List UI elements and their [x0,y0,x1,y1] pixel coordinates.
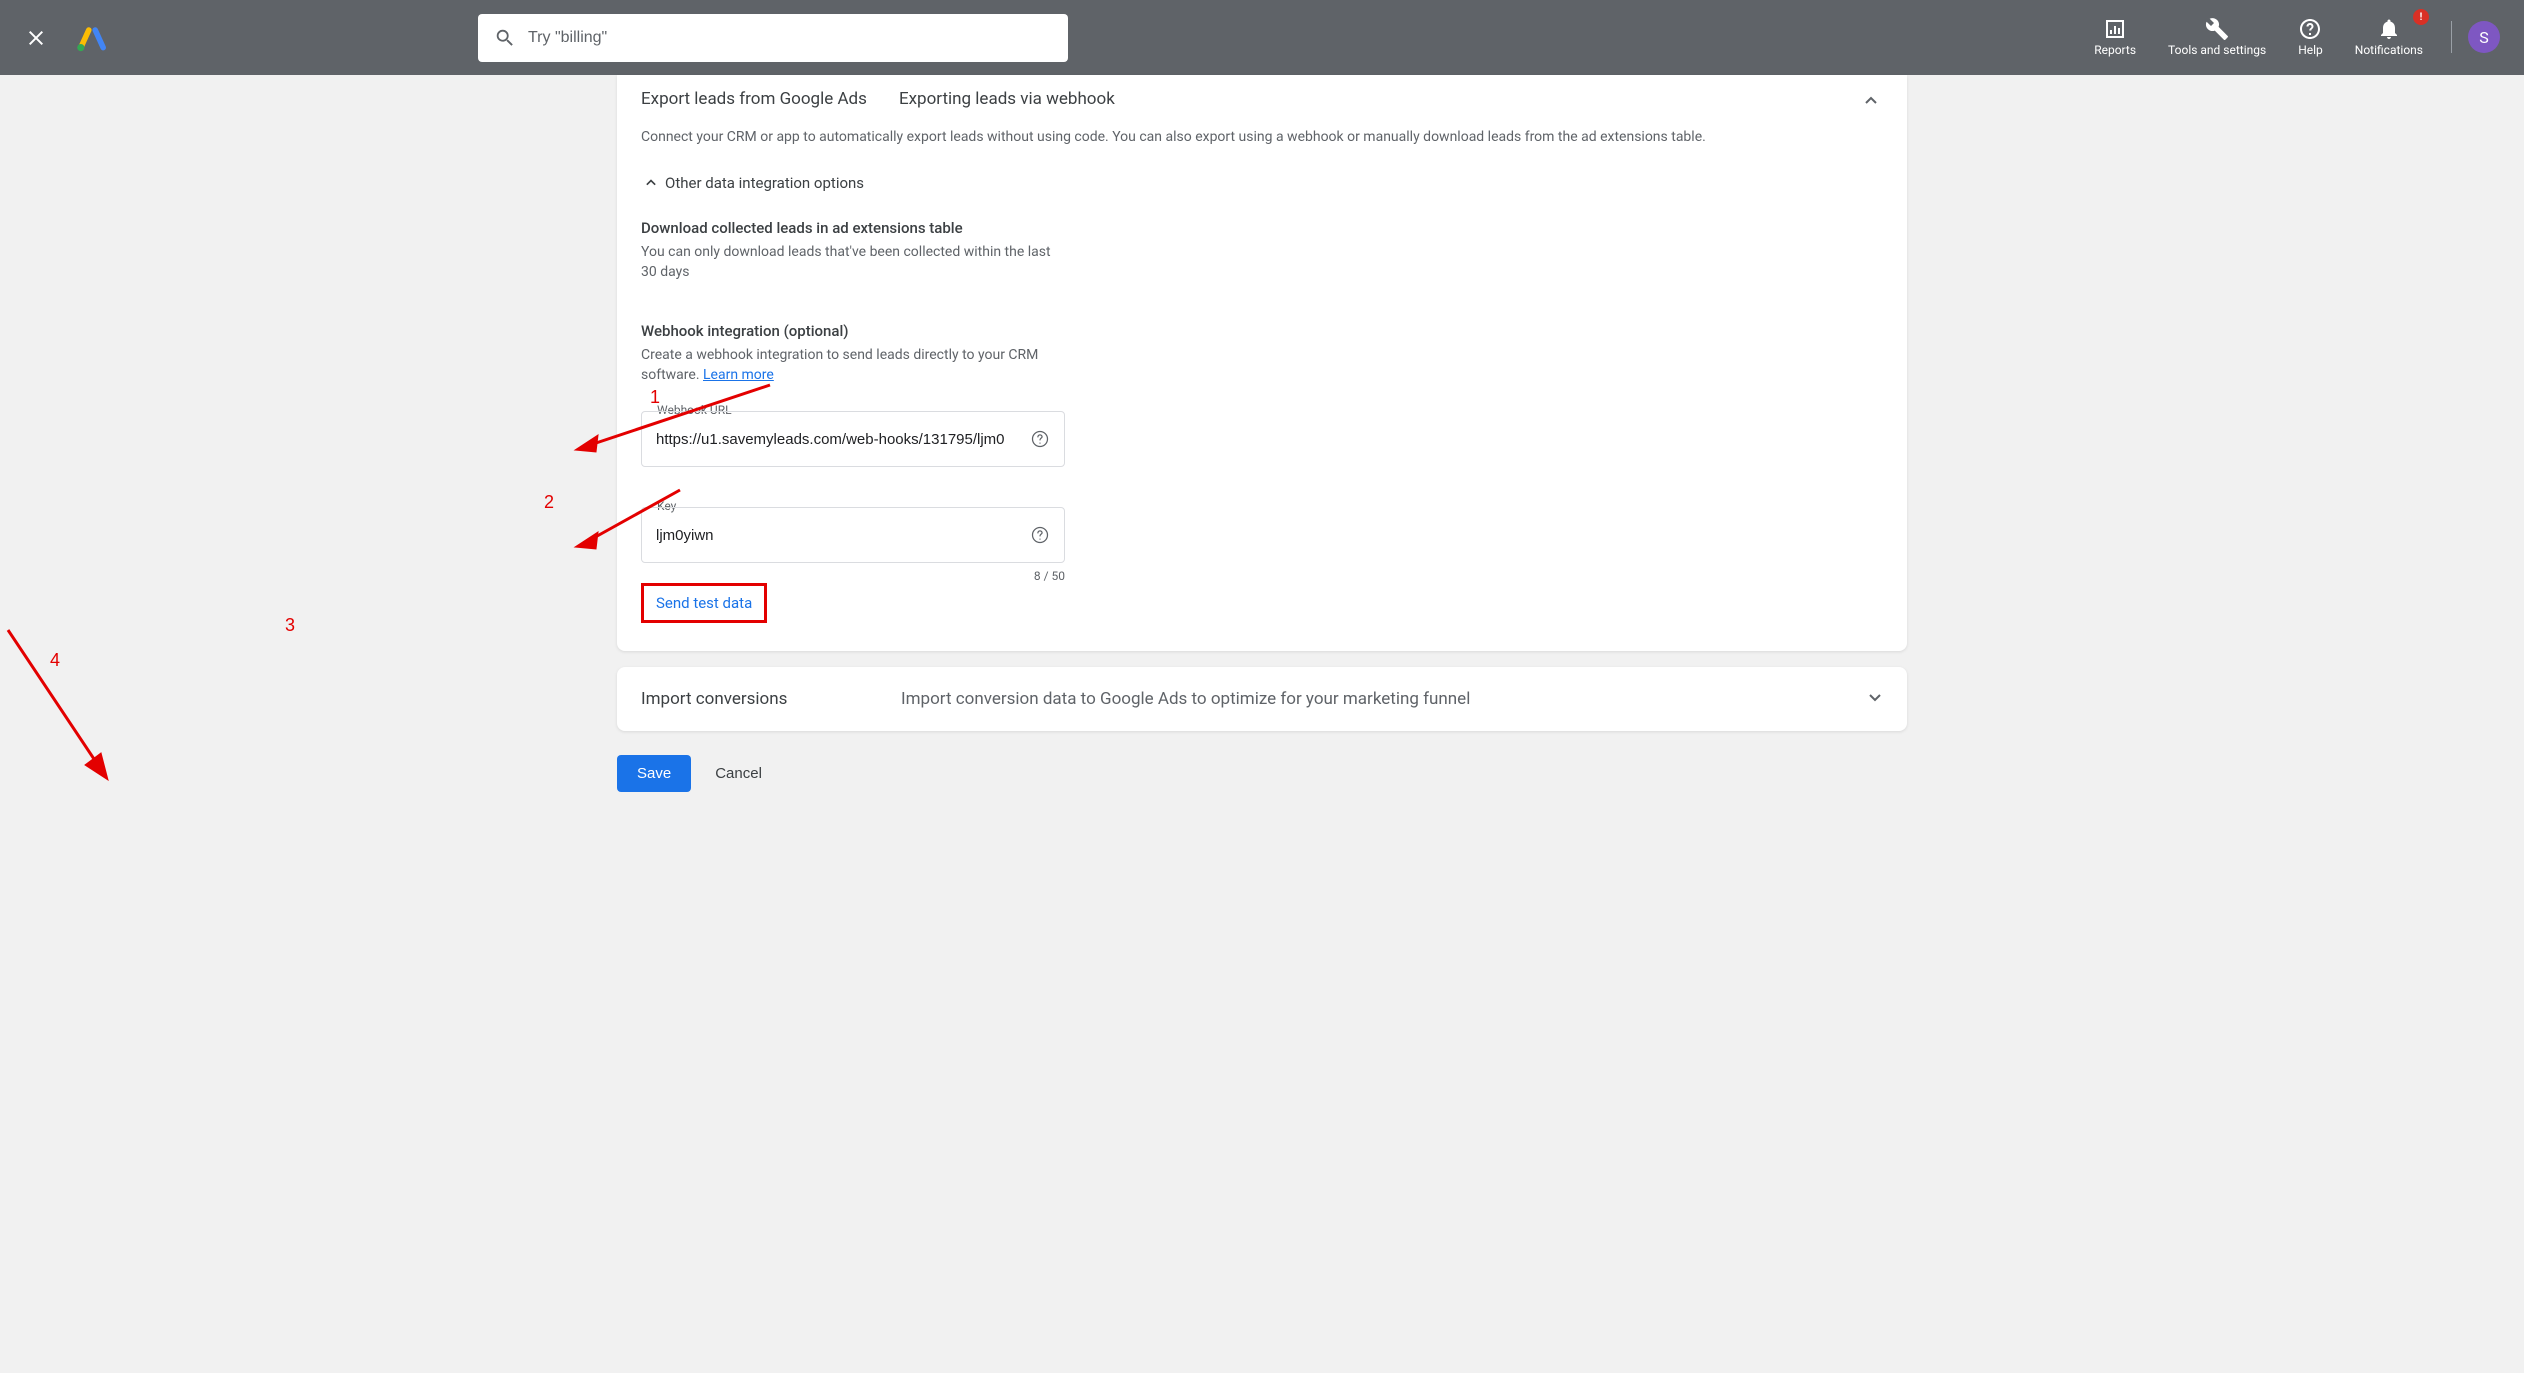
save-button[interactable]: Save [617,755,691,792]
key-char-count: 8 / 50 [641,569,1065,583]
bell-icon [2377,17,2401,41]
google-ads-logo-icon [76,22,108,54]
annotation-number-4: 4 [50,650,60,671]
webhook-url-box[interactable] [641,411,1065,467]
help-icon [2298,17,2322,41]
card-subtitle: Exporting leads via webhook [899,89,1115,109]
import-conversions-card[interactable]: Import conversions Import conversion dat… [617,667,1907,731]
learn-more-link[interactable]: Learn more [703,367,774,383]
webhook-url-field: Webhook URL [641,411,1065,467]
tools-settings-button[interactable]: Tools and settings [2156,13,2278,61]
card-description: Connect your CRM or app to automatically… [641,129,1883,145]
key-field: Key [641,507,1065,563]
app-header: Reports Tools and settings Help ! Notifi… [0,0,2524,75]
key-box[interactable] [641,507,1065,563]
chevron-up-icon[interactable] [1859,89,1883,117]
other-options-toggle[interactable]: Other data integration options [641,173,1883,193]
main-content: Export leads from Google Ads Exporting l… [0,75,2524,832]
close-icon[interactable] [24,26,48,50]
reports-button[interactable]: Reports [2082,13,2148,61]
annotation-number-2: 2 [544,492,554,513]
notifications-button[interactable]: ! Notifications [2343,13,2435,61]
other-options-label: Other data integration options [665,174,864,192]
send-test-data-link[interactable]: Send test data [648,588,760,618]
search-box[interactable] [478,14,1068,62]
annotation-box-3: Send test data [641,583,767,623]
help-label: Help [2298,43,2323,57]
webhook-text: Create a webhook integration to send lea… [641,346,1061,385]
divider [2451,21,2452,53]
card-header: Export leads from Google Ads Exporting l… [641,89,1883,109]
webhook-text-body: Create a webhook integration to send lea… [641,347,1038,383]
notifications-label: Notifications [2355,43,2423,57]
search-input[interactable] [528,29,1052,47]
search-icon [494,27,516,49]
annotation-number-3: 3 [285,615,295,636]
webhook-heading: Webhook integration (optional) [641,322,1883,340]
footer-buttons: Save Cancel [617,755,1907,792]
reports-label: Reports [2094,43,2136,57]
help-icon[interactable] [1030,525,1050,545]
tools-label: Tools and settings [2168,43,2266,57]
key-input[interactable] [656,527,1030,544]
import-conversions-title: Import conversions [641,689,901,709]
import-conversions-desc: Import conversion data to Google Ads to … [901,689,1470,709]
help-icon[interactable] [1030,429,1050,449]
download-text: You can only download leads that've been… [641,243,1061,282]
header-actions: Reports Tools and settings Help ! Notifi… [2082,13,2500,61]
chevron-down-icon [1863,685,1887,713]
search-container [478,14,1068,62]
help-button[interactable]: Help [2286,13,2335,61]
cancel-button[interactable]: Cancel [715,765,762,782]
avatar[interactable]: S [2468,21,2500,53]
export-leads-card: Export leads from Google Ads Exporting l… [617,75,1907,651]
notification-badge: ! [2413,9,2429,25]
download-heading: Download collected leads in ad extension… [641,219,1883,237]
card-title: Export leads from Google Ads [641,89,867,109]
reports-icon [2103,17,2127,41]
webhook-url-input[interactable] [656,431,1030,448]
wrench-icon [2205,17,2229,41]
chevron-up-icon [641,173,661,193]
annotation-arrow-4 [3,625,123,789]
